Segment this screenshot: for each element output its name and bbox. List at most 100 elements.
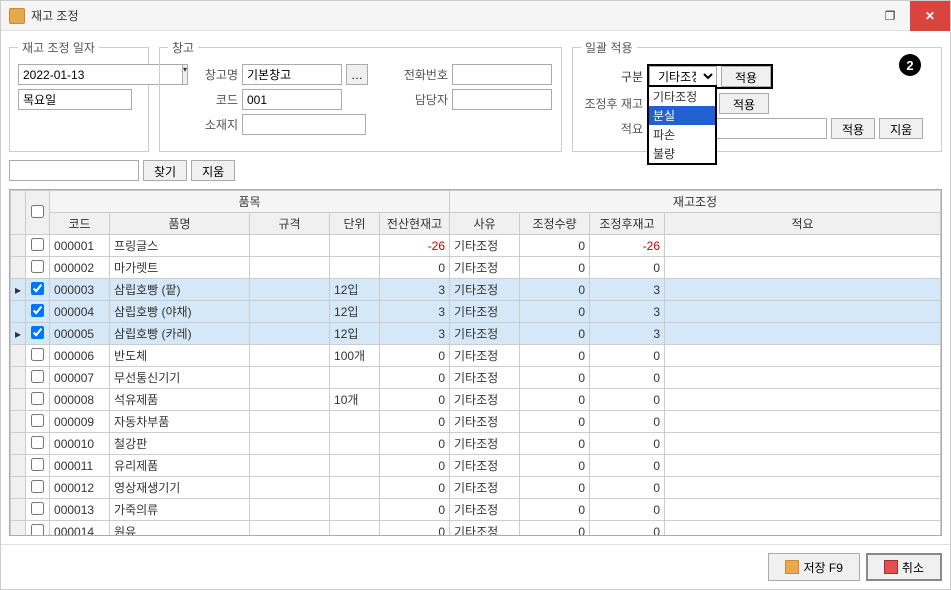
cell-spec[interactable] [250,323,330,345]
cell-memo[interactable] [665,301,941,323]
col-reason[interactable]: 사유 [450,213,520,235]
cell-reason[interactable]: 기타조정 [450,323,520,345]
cell-reason[interactable]: 기타조정 [450,433,520,455]
cell-unit[interactable]: 10개 [330,389,380,411]
maximize-button[interactable]: ❐ [870,1,910,31]
table-row[interactable]: 000006반도체100개0기타조정00 [11,345,941,367]
table-row[interactable]: 000012영상재생기기0기타조정00 [11,477,941,499]
row-checkbox[interactable] [31,326,44,339]
cell-stock[interactable]: 0 [380,499,450,521]
cell-code[interactable]: 000010 [50,433,110,455]
row-checkbox[interactable] [31,480,44,493]
col-stock[interactable]: 전산현재고 [380,213,450,235]
cell-code[interactable]: 000004 [50,301,110,323]
cell-adjqty[interactable]: 0 [520,389,590,411]
cell-afterstock[interactable]: 0 [590,433,665,455]
cell-afterstock[interactable]: 0 [590,257,665,279]
cell-afterstock[interactable]: 0 [590,367,665,389]
col-spec[interactable]: 규격 [250,213,330,235]
class-option-3[interactable]: 불량 [649,144,715,163]
cell-stock[interactable]: 0 [380,477,450,499]
search-clear-button[interactable]: 지움 [191,160,235,181]
cell-reason[interactable]: 기타조정 [450,345,520,367]
table-row[interactable]: 000002마가렛트0기타조정00 [11,257,941,279]
cell-code[interactable]: 000012 [50,477,110,499]
cell-stock[interactable]: 0 [380,411,450,433]
cell-code[interactable]: 000014 [50,521,110,537]
save-button[interactable]: 저장 F9 [768,553,859,581]
cell-reason[interactable]: 기타조정 [450,279,520,301]
cell-name[interactable]: 철강판 [110,433,250,455]
memo-apply-button[interactable]: 적용 [831,118,875,139]
cell-spec[interactable] [250,257,330,279]
cell-unit[interactable] [330,455,380,477]
cell-name[interactable]: 가죽의류 [110,499,250,521]
table-row[interactable]: 000007무선통신기기0기타조정00 [11,367,941,389]
cell-name[interactable]: 반도체 [110,345,250,367]
cell-memo[interactable] [665,477,941,499]
cell-memo[interactable] [665,345,941,367]
cell-unit[interactable]: 12입 [330,279,380,301]
row-checkbox[interactable] [31,238,44,251]
cell-stock[interactable]: 0 [380,455,450,477]
cell-reason[interactable]: 기타조정 [450,235,520,257]
cell-spec[interactable] [250,411,330,433]
cell-reason[interactable]: 기타조정 [450,499,520,521]
cell-afterstock[interactable]: 0 [590,345,665,367]
cell-adjqty[interactable]: 0 [520,521,590,537]
cell-adjqty[interactable]: 0 [520,345,590,367]
cell-adjqty[interactable]: 0 [520,279,590,301]
cell-memo[interactable] [665,279,941,301]
cell-memo[interactable] [665,235,941,257]
cell-unit[interactable] [330,257,380,279]
cell-spec[interactable] [250,499,330,521]
class-option-0[interactable]: 기타조정 [649,87,715,106]
row-checkbox[interactable] [31,414,44,427]
cell-code[interactable]: 000013 [50,499,110,521]
cell-name[interactable]: 석유제품 [110,389,250,411]
cell-code[interactable]: 000003 [50,279,110,301]
cell-memo[interactable] [665,499,941,521]
row-checkbox[interactable] [31,282,44,295]
cell-code[interactable]: 000011 [50,455,110,477]
warehouse-lookup-button[interactable]: … [346,64,368,85]
cell-adjqty[interactable]: 0 [520,367,590,389]
table-row[interactable]: 000013가죽의류0기타조정00 [11,499,941,521]
col-code[interactable]: 코드 [50,213,110,235]
col-adjqty[interactable]: 조정수량 [520,213,590,235]
cell-spec[interactable] [250,301,330,323]
memo-clear-button[interactable]: 지움 [879,118,923,139]
cell-unit[interactable] [330,477,380,499]
cell-memo[interactable] [665,433,941,455]
cell-unit[interactable] [330,235,380,257]
cell-memo[interactable] [665,411,941,433]
cell-afterstock[interactable]: 0 [590,455,665,477]
cell-unit[interactable] [330,433,380,455]
cell-afterstock[interactable]: 3 [590,279,665,301]
cell-unit[interactable] [330,521,380,537]
cell-stock[interactable]: 0 [380,257,450,279]
cell-adjqty[interactable]: 0 [520,301,590,323]
cell-code[interactable]: 000009 [50,411,110,433]
cell-spec[interactable] [250,279,330,301]
cell-reason[interactable]: 기타조정 [450,455,520,477]
cell-spec[interactable] [250,235,330,257]
cell-code[interactable]: 000002 [50,257,110,279]
row-checkbox[interactable] [31,260,44,273]
cell-reason[interactable]: 기타조정 [450,257,520,279]
row-checkbox[interactable] [31,436,44,449]
col-unit[interactable]: 단위 [330,213,380,235]
row-checkbox[interactable] [31,304,44,317]
table-row[interactable]: 000009자동차부품0기타조정00 [11,411,941,433]
class-apply-button[interactable]: 적용 [721,66,771,87]
table-row[interactable]: ▸000003삼립호빵 (팥)12입3기타조정03 [11,279,941,301]
cell-code[interactable]: 000007 [50,367,110,389]
row-checkbox[interactable] [31,370,44,383]
cell-unit[interactable]: 100개 [330,345,380,367]
row-checkbox[interactable] [31,458,44,471]
table-row[interactable]: 000004삼립호빵 (야채)12입3기타조정03 [11,301,941,323]
cell-adjqty[interactable]: 0 [520,455,590,477]
cancel-button[interactable]: 취소 [866,553,942,581]
cell-afterstock[interactable]: 0 [590,411,665,433]
cell-unit[interactable] [330,411,380,433]
